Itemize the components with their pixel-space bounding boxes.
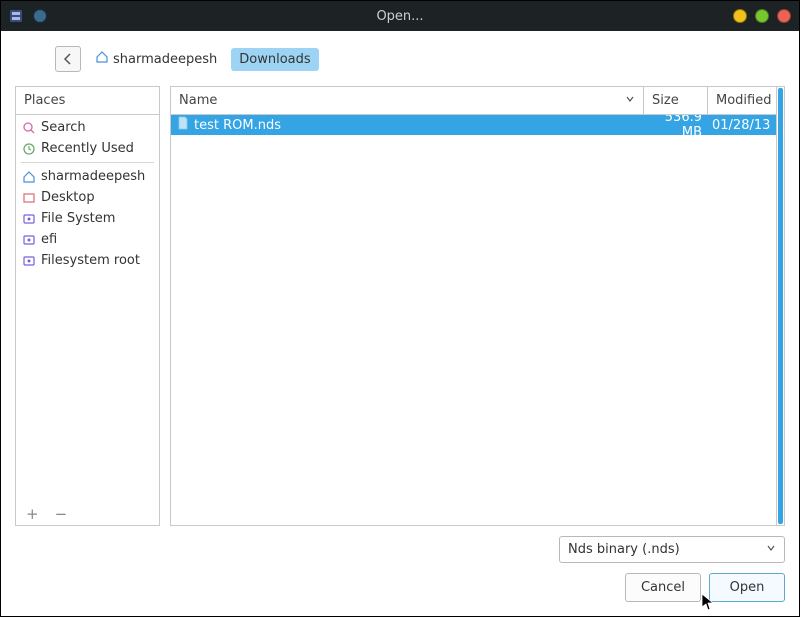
chevron-down-icon bbox=[766, 542, 776, 557]
column-header-name-label: Name bbox=[179, 93, 217, 108]
places-item-label: sharmadeepesh bbox=[41, 169, 145, 184]
file-scrollbar[interactable] bbox=[777, 86, 785, 526]
breadcrumb-home-label: sharmadeepesh bbox=[113, 52, 217, 67]
column-header-size-label: Size bbox=[652, 93, 679, 108]
column-header-size[interactable]: Size bbox=[644, 87, 708, 114]
places-item-recent[interactable]: Recently Used bbox=[16, 138, 159, 159]
places-panel: Places Search Recently Used bbox=[15, 86, 160, 526]
search-icon bbox=[21, 120, 36, 135]
cancel-button-label: Cancel bbox=[641, 580, 685, 595]
sort-indicator-icon bbox=[625, 93, 635, 108]
back-button[interactable] bbox=[55, 46, 81, 72]
places-item-fsroot[interactable]: Filesystem root bbox=[16, 250, 159, 271]
file-area: Name Size Modified bbox=[170, 86, 785, 526]
file-name: test ROM.nds bbox=[194, 118, 281, 133]
remove-bookmark-button[interactable]: − bbox=[55, 507, 68, 522]
add-bookmark-button[interactable]: + bbox=[26, 507, 39, 522]
breadcrumb-current[interactable]: Downloads bbox=[231, 48, 318, 71]
column-header-modified[interactable]: Modified bbox=[708, 87, 776, 114]
breadcrumb-current-label: Downloads bbox=[239, 52, 310, 67]
chevron-left-icon bbox=[62, 53, 74, 65]
places-header: Places bbox=[16, 87, 159, 115]
dialog-body: sharmadeepesh Downloads Places Search bbox=[1, 31, 799, 616]
scrollbar-thumb[interactable] bbox=[778, 88, 783, 524]
column-headers: Name Size Modified bbox=[171, 87, 776, 115]
file-type-filter-label: Nds binary (.nds) bbox=[568, 542, 680, 557]
breadcrumb-home[interactable]: sharmadeepesh bbox=[87, 46, 225, 72]
places-item-label: File System bbox=[41, 211, 115, 226]
titlebar: Open... bbox=[1, 1, 799, 31]
file-list-panel: Name Size Modified bbox=[170, 86, 777, 526]
places-item-desktop[interactable]: Desktop bbox=[16, 187, 159, 208]
main-content: Places Search Recently Used bbox=[15, 86, 785, 526]
action-buttons: Cancel Open bbox=[625, 573, 785, 602]
path-bar: sharmadeepesh Downloads bbox=[15, 42, 785, 76]
places-item-label: efi bbox=[41, 232, 57, 247]
file-icon bbox=[176, 116, 190, 134]
home-icon bbox=[21, 169, 36, 184]
file-open-dialog: Open... sharmadeepesh Downloads P bbox=[0, 0, 800, 617]
disk-icon bbox=[21, 211, 36, 226]
file-size: 536.9 MB bbox=[644, 115, 708, 140]
file-modified: 01/28/13 bbox=[708, 118, 776, 133]
recent-icon bbox=[21, 141, 36, 156]
places-item-label: Search bbox=[41, 120, 86, 135]
cancel-button[interactable]: Cancel bbox=[625, 573, 701, 602]
places-item-home[interactable]: sharmadeepesh bbox=[16, 166, 159, 187]
file-type-filter[interactable]: Nds binary (.nds) bbox=[559, 536, 785, 563]
home-icon bbox=[95, 50, 109, 68]
places-toolbar: + − bbox=[16, 503, 159, 525]
places-list: Search Recently Used sharmadeepesh bbox=[16, 115, 159, 503]
desktop-icon bbox=[21, 190, 36, 205]
places-item-search[interactable]: Search bbox=[16, 117, 159, 138]
places-separator bbox=[21, 162, 154, 163]
places-item-label: Recently Used bbox=[41, 141, 134, 156]
places-item-efi[interactable]: efi bbox=[16, 229, 159, 250]
open-button-label: Open bbox=[730, 580, 765, 595]
column-header-name[interactable]: Name bbox=[171, 87, 644, 114]
column-header-modified-label: Modified bbox=[716, 93, 771, 108]
places-item-label: Filesystem root bbox=[41, 253, 140, 268]
file-row[interactable]: test ROM.nds 536.9 MB 01/28/13 bbox=[171, 115, 776, 135]
open-button[interactable]: Open bbox=[709, 573, 785, 602]
places-item-label: Desktop bbox=[41, 190, 95, 205]
file-rows[interactable]: test ROM.nds 536.9 MB 01/28/13 bbox=[171, 115, 776, 525]
footer: Nds binary (.nds) Cancel Open bbox=[15, 536, 785, 602]
places-item-filesystem[interactable]: File System bbox=[16, 208, 159, 229]
disk-icon bbox=[21, 232, 36, 247]
disk-icon bbox=[21, 253, 36, 268]
window-title: Open... bbox=[1, 9, 799, 24]
